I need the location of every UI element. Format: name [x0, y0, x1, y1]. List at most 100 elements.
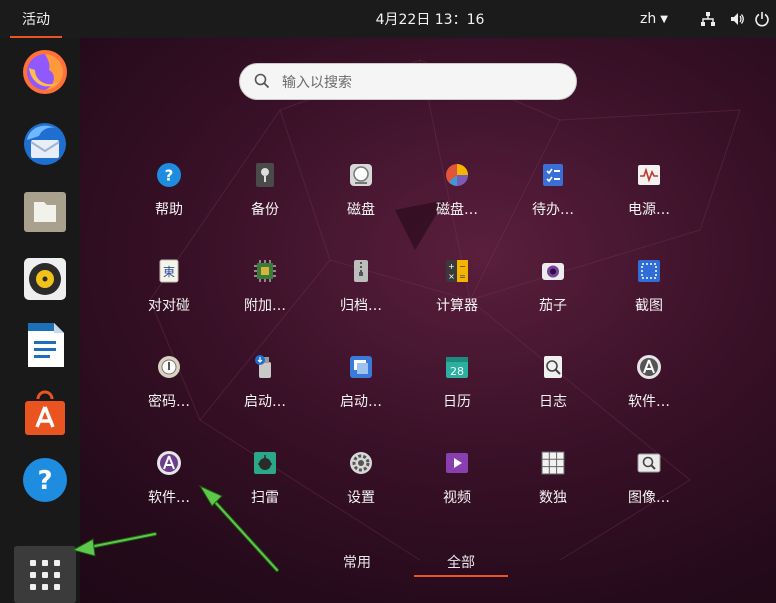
camera-icon [542, 263, 564, 280]
app-label: 密码… [148, 394, 190, 410]
app-grid-icon [30, 559, 60, 590]
clock[interactable]: 4月22日 13：16 [340, 0, 520, 38]
rhythmbox-icon[interactable] [16, 250, 74, 308]
tab-all[interactable]: 全部 [414, 552, 508, 580]
network-icon[interactable] [700, 0, 716, 38]
app-screenshot[interactable]: 截图 [601, 253, 697, 333]
app-label: 软件… [628, 394, 670, 410]
firefox-icon[interactable] [16, 43, 74, 101]
top-bar: 活动 4月22日 13：16 zh ▼ [0, 0, 776, 38]
log-viewer-icon [544, 356, 562, 378]
app-sudoku[interactable]: 数独 [505, 445, 601, 525]
calendar-day: 28 [450, 365, 464, 378]
app-label: 截图 [635, 298, 663, 314]
app-label: 日志 [539, 394, 567, 410]
gear-icon [350, 452, 372, 474]
input-method-menu[interactable]: zh ▼ [640, 0, 668, 38]
svg-text:?: ? [165, 167, 174, 185]
app-label: 茄子 [539, 298, 567, 314]
help-icon[interactable]: ? [16, 451, 74, 509]
app-calculator[interactable]: + × − = 计算器 [409, 253, 505, 333]
software-properties-icon [157, 451, 181, 475]
disk-icon [350, 164, 372, 186]
volume-icon[interactable] [729, 0, 745, 38]
app-disks[interactable]: 磁盘 [313, 157, 409, 237]
password-lock-icon [158, 356, 180, 378]
power-icon[interactable] [754, 0, 770, 38]
app-backup[interactable]: 备份 [217, 157, 313, 237]
app-label: 视频 [443, 490, 471, 506]
mines-icon [254, 452, 276, 474]
app-label: 数独 [539, 490, 567, 506]
show-applications-button[interactable] [14, 546, 76, 603]
startup-window-icon [350, 356, 372, 378]
pie-chart-icon [446, 164, 468, 186]
app-label: 电源… [628, 202, 670, 218]
help-icon: ? [157, 163, 181, 187]
image-viewer-icon [637, 453, 661, 473]
dock: ? [0, 38, 80, 603]
chip-icon [254, 260, 276, 282]
app-todo[interactable]: 待办… [505, 157, 601, 237]
search-icon [254, 73, 270, 89]
software-icon[interactable] [16, 384, 74, 442]
app-label: 对对碰 [148, 298, 190, 314]
thunderbird-icon[interactable] [16, 115, 74, 173]
writer-icon[interactable] [16, 316, 74, 374]
app-label: 归档… [340, 298, 382, 314]
app-mines[interactable]: 扫雷 [217, 445, 313, 525]
app-label: 磁盘… [436, 202, 478, 218]
app-label: 设置 [347, 490, 375, 506]
search-box[interactable] [239, 63, 577, 101]
app-logs[interactable]: 日志 [505, 349, 601, 429]
app-software-updater[interactable]: 软件… [601, 349, 697, 429]
calendar-icon: 28 [446, 357, 468, 378]
app-cheese[interactable]: 茄子 [505, 253, 601, 333]
power-graph-icon [638, 165, 660, 185]
app-label: 磁盘 [347, 202, 375, 218]
input-method-label: zh [640, 11, 657, 27]
app-mahjongg[interactable]: 東 对对碰 [121, 253, 217, 333]
app-videos[interactable]: 视频 [409, 445, 505, 525]
app-software-properties[interactable]: 软件… [121, 445, 217, 525]
app-disk-usage[interactable]: 磁盘… [409, 157, 505, 237]
app-label: 附加… [244, 298, 286, 314]
usb-drive-icon [255, 355, 271, 378]
app-label: 待办… [532, 202, 574, 218]
app-image-viewer[interactable]: 图像… [601, 445, 697, 525]
files-icon[interactable] [16, 182, 74, 240]
app-settings[interactable]: 设置 [313, 445, 409, 525]
app-startup-applications[interactable]: 启动… [313, 349, 409, 429]
app-label: 启动… [244, 394, 286, 410]
archive-icon [354, 260, 368, 282]
svg-text:東: 東 [163, 265, 175, 279]
chevron-down-icon: ▼ [660, 13, 668, 25]
app-help[interactable]: ? 帮助 [121, 157, 217, 237]
tab-frequent[interactable]: 常用 [318, 552, 396, 580]
app-label: 帮助 [155, 202, 183, 218]
svg-text:×: × [448, 272, 455, 281]
svg-text:?: ? [37, 466, 52, 496]
app-label: 启动… [340, 394, 382, 410]
app-additional-drivers[interactable]: 附加… [217, 253, 313, 333]
checklist-icon [543, 164, 563, 186]
app-label: 扫雷 [251, 490, 279, 506]
app-label: 图像… [628, 490, 670, 506]
app-startup-disk-creator[interactable]: 启动… [217, 349, 313, 429]
svg-text:−: − [459, 262, 466, 271]
app-passwords[interactable]: 密码… [121, 349, 217, 429]
backup-safe-icon [256, 163, 274, 187]
app-archive-manager[interactable]: 归档… [313, 253, 409, 333]
software-updater-icon [637, 355, 661, 379]
mahjongg-tile-icon: 東 [159, 259, 179, 283]
activities-button[interactable]: 活动 [10, 0, 62, 38]
app-calendar[interactable]: 28 日历 [409, 349, 505, 429]
sudoku-grid-icon [541, 451, 565, 475]
screenshot-icon [638, 260, 660, 282]
search-input[interactable] [280, 64, 564, 101]
svg-text:+: + [448, 262, 455, 271]
app-power-statistics[interactable]: 电源… [601, 157, 697, 237]
video-play-icon [446, 453, 468, 473]
app-label: 计算器 [436, 298, 478, 314]
calculator-icon: +×−= [446, 260, 468, 282]
